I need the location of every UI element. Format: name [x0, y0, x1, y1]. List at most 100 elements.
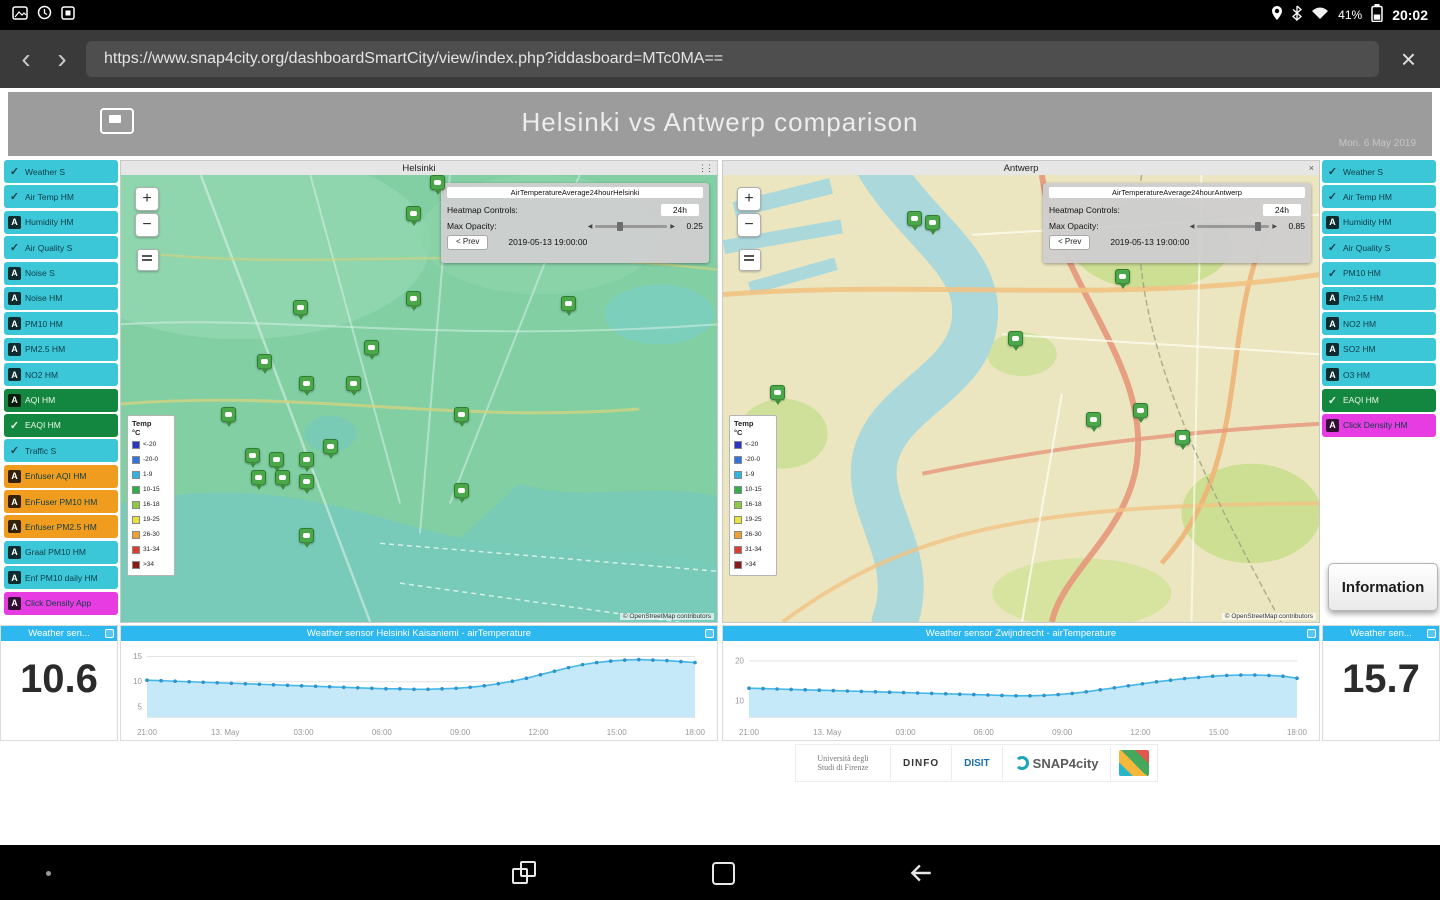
opacity-slider-track[interactable] [595, 221, 668, 231]
home-icon[interactable] [712, 862, 735, 885]
prev-button[interactable]: < Prev [447, 234, 489, 250]
expand-icon[interactable] [1427, 629, 1436, 638]
antwerp-metric-header[interactable]: Weather sen... [1323, 626, 1439, 641]
layer-button-pm2-5-hm[interactable]: A Pm2.5 HM [1322, 286, 1436, 310]
layer-button-enfuser-pm10-hm[interactable]: A EnFuser PM10 HM [4, 490, 118, 514]
layer-button-pm10-hm[interactable]: ✓ PM10 HM [1322, 261, 1436, 285]
opacity-slider[interactable]: ◀ ▶ [588, 221, 675, 231]
expand-icon[interactable] [105, 629, 114, 638]
check-icon: ✓ [1327, 267, 1338, 280]
battery-percentage: 41% [1338, 8, 1363, 22]
layer-button-enf-pm10-daily-hm[interactable]: A Enf PM10 daily HM [4, 566, 118, 590]
antwerp-widget-header[interactable]: Antwerp × [723, 161, 1319, 175]
slider-right-icon[interactable]: ▶ [1272, 223, 1277, 230]
letter-a-icon: A [8, 469, 21, 483]
layer-button-no2-hm[interactable]: A NO2 HM [1322, 312, 1436, 336]
layer-button-noise-s[interactable]: A Noise S [4, 261, 118, 285]
slider-left-icon[interactable]: ◀ [588, 223, 593, 230]
legend-label: 31-34 [745, 546, 762, 553]
slider-right-icon[interactable]: ▶ [670, 223, 675, 230]
browser-forward-icon[interactable]: › [50, 39, 74, 79]
layer-button-weather-s[interactable]: ✓ Weather S [4, 160, 118, 183]
letter-a-icon: A [8, 342, 21, 356]
heatmap-period-select[interactable]: 24h [1262, 204, 1301, 216]
prev-button[interactable]: < Prev [1049, 234, 1091, 250]
svg-text:13. May: 13. May [813, 728, 841, 737]
zoom-in-button[interactable]: + [737, 187, 761, 211]
layer-label: NO2 HM [1343, 318, 1377, 329]
layer-button-air-quality-s[interactable]: ✓ Air Quality S [1322, 236, 1436, 260]
layer-button-weather-s[interactable]: ✓ Weather S [1322, 160, 1436, 183]
opacity-slider[interactable]: ◀ ▶ [1190, 221, 1277, 231]
layer-button-click-density-hm[interactable]: A Click Density HM [1322, 413, 1436, 437]
layer-button-graal-pm10-hm[interactable]: A Graal PM10 HM [4, 540, 118, 564]
opacity-value: 0.85 [1288, 221, 1305, 231]
layers-button[interactable] [739, 249, 761, 271]
svg-text:06:00: 06:00 [372, 728, 393, 737]
heatmap-control-panel: AirTemperatureAverage24hourHelsinki Heat… [441, 183, 709, 263]
layer-label: Enfuser AQI HM [25, 471, 87, 482]
layer-button-air-temp-hm[interactable]: ✓ Air Temp HM [4, 185, 118, 209]
opacity-slider-handle[interactable] [1254, 221, 1261, 231]
logo-snap4city: SNAP4city [1002, 746, 1112, 780]
antwerp-chart-header[interactable]: Weather sensor Zwijndrecht - airTemperat… [723, 626, 1319, 641]
helsinki-widget-header[interactable]: Helsinki ⋮⋮ [121, 161, 717, 175]
legend-label: 1-9 [143, 471, 153, 478]
helsinki-metric-widget: Weather sen... 10.6 [0, 625, 118, 741]
heatmap-name: AirTemperatureAverage24hourHelsinki [447, 187, 703, 198]
layer-button-o3-hm[interactable]: A O3 HM [1322, 363, 1436, 387]
logo-disit: DISIT [952, 746, 1003, 780]
temperature-legend: Temp °C <-20 -20-0 1-9 10-15 16-18 19-25 26-30… [729, 415, 777, 576]
helsinki-chart-header[interactable]: Weather sensor Helsinki Kaisaniemi - air… [121, 626, 717, 641]
drag-handle-icon[interactable]: ⋮⋮ [698, 161, 714, 175]
heatmap-period-select[interactable]: 24h [660, 204, 699, 216]
layer-button-eaqi-hm[interactable]: ✓ EAQI HM [4, 413, 118, 437]
browser-back-icon[interactable]: ‹ [14, 39, 38, 79]
metric-title: Weather sen... [28, 628, 90, 639]
svg-text:13. May: 13. May [211, 728, 239, 737]
zoom-out-button[interactable]: − [737, 213, 761, 237]
zoom-out-button[interactable]: − [135, 213, 159, 237]
status-notification-icons [12, 5, 75, 25]
layer-button-eaqi-hm[interactable]: ✓ EAQI HM [1322, 388, 1436, 412]
layer-button-pm10-hm[interactable]: A PM10 HM [4, 312, 118, 336]
recents-icon[interactable] [512, 861, 536, 884]
antwerp-chart-body[interactable]: 10 20 21:00 13. May 03:00 06:00 09:00 12:00 15:0… [723, 641, 1319, 740]
layer-button-pm2-5-hm[interactable]: A PM2.5 HM [4, 337, 118, 361]
back-icon[interactable] [908, 860, 934, 886]
layer-button-humidity-hm[interactable]: A Humidity HM [1322, 210, 1436, 234]
zoom-in-button[interactable]: + [135, 187, 159, 211]
browser-close-icon[interactable]: × [1391, 44, 1426, 75]
letter-a-icon: A [1326, 342, 1339, 356]
legend-swatch [734, 500, 742, 509]
expand-icon[interactable] [1307, 629, 1316, 638]
layer-button-no2-hm[interactable]: A NO2 HM [4, 363, 118, 387]
slider-left-icon[interactable]: ◀ [1190, 223, 1195, 230]
expand-icon[interactable] [705, 629, 714, 638]
layer-button-click-density-app[interactable]: A Click Density App [4, 591, 118, 615]
layer-button-humidity-hm[interactable]: A Humidity HM [4, 210, 118, 234]
information-button[interactable]: Information [1328, 563, 1438, 611]
svg-text:21:00: 21:00 [137, 728, 158, 737]
helsinki-metric-header[interactable]: Weather sen... [1, 626, 117, 641]
layer-button-enfuser-aqi-hm[interactable]: A Enfuser AQI HM [4, 464, 118, 488]
opacity-value: 0.25 [686, 221, 703, 231]
svg-text:12:00: 12:00 [528, 728, 549, 737]
close-icon[interactable]: × [1309, 161, 1314, 175]
chart-title: Weather sensor Zwijndrecht - airTemperat… [925, 628, 1117, 639]
layer-button-enfuser-pm2-5-hm[interactable]: A Enfuser PM2.5 HM [4, 515, 118, 539]
opacity-slider-track[interactable] [1197, 221, 1270, 231]
layer-button-air-quality-s[interactable]: ✓ Air Quality S [4, 236, 118, 260]
opacity-slider-handle[interactable] [616, 221, 623, 231]
url-field[interactable]: https://www.snap4city.org/dashboardSmart… [86, 41, 1379, 77]
helsinki-chart-body[interactable]: 5 10 15 21:00 13. May 03:00 06:00 09:00 12:00 15:… [121, 641, 717, 740]
layers-button[interactable] [137, 249, 159, 271]
layer-button-aqi-hm[interactable]: A AQI HM [4, 388, 118, 412]
legend-item: <-20 [132, 437, 170, 452]
layer-button-traffic-s[interactable]: ✓ Traffic S [4, 439, 118, 463]
legend-item: 1-9 [734, 467, 772, 482]
layer-button-so2-hm[interactable]: A SO2 HM [1322, 337, 1436, 361]
layer-button-noise-hm[interactable]: A Noise HM [4, 286, 118, 310]
svg-text:15: 15 [133, 652, 142, 661]
layer-button-air-temp-hm[interactable]: ✓ Air Temp HM [1322, 185, 1436, 209]
